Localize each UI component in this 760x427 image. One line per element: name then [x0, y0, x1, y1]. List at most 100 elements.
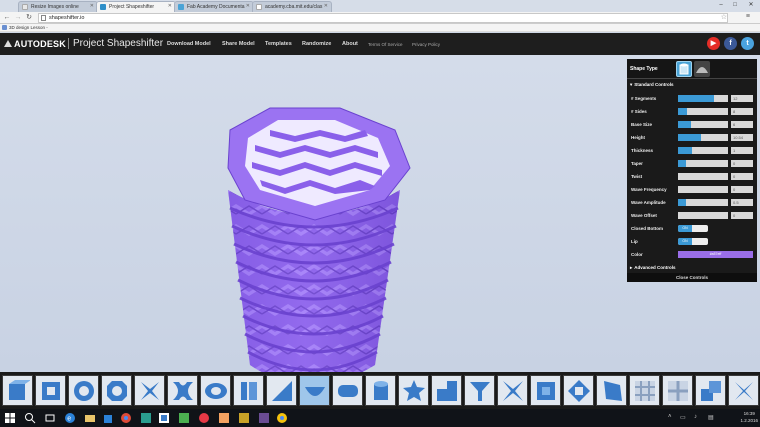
template-slot[interactable] — [134, 375, 165, 406]
wave-frequency-slider[interactable] — [678, 186, 728, 193]
height-slider[interactable] — [678, 134, 728, 141]
template-slot-selected[interactable] — [299, 375, 330, 406]
chrome-icon[interactable] — [276, 412, 288, 424]
bookmark-item[interactable]: 3D design Lesson - — [2, 25, 48, 30]
privacy-link[interactable]: Privacy Policy — [412, 42, 440, 47]
shape-type-cylinder-button[interactable] — [676, 61, 692, 77]
segments-slider[interactable] — [678, 95, 728, 102]
autodesk-logo[interactable]: AUTODESK — [4, 39, 66, 49]
close-tab-icon[interactable]: ✕ — [168, 3, 172, 9]
template-slot[interactable] — [101, 375, 132, 406]
twist-value-field[interactable]: 0 — [731, 173, 753, 180]
app-icon[interactable] — [258, 412, 270, 424]
close-window-button[interactable]: ✕ — [742, 0, 760, 11]
browser-tab[interactable]: Fab Academy Documenta ✕ — [174, 1, 254, 12]
download-model-link[interactable]: Download Model — [167, 41, 211, 47]
app-icon[interactable] — [178, 412, 190, 424]
edge-browser-icon[interactable]: e — [64, 412, 76, 424]
thickness-slider[interactable] — [678, 147, 728, 154]
browser-tab[interactable]: Resize Images online ✕ — [18, 1, 98, 12]
taper-slider[interactable] — [678, 160, 728, 167]
standard-controls-header[interactable]: ▾ Standard Controls — [627, 80, 757, 90]
template-slot[interactable] — [596, 375, 627, 406]
template-slot[interactable] — [35, 375, 66, 406]
youtube-icon[interactable]: ▶ — [707, 37, 720, 50]
template-slot[interactable] — [464, 375, 495, 406]
app-icon[interactable] — [238, 412, 250, 424]
app-icon[interactable] — [140, 412, 152, 424]
facebook-icon[interactable]: f — [724, 37, 737, 50]
advanced-controls-header[interactable]: ▸ Advanced Controls — [627, 263, 757, 273]
wave-offset-value-field[interactable]: 0 — [731, 212, 753, 219]
color-picker[interactable]: #a57eff — [678, 251, 753, 258]
template-slot[interactable] — [695, 375, 726, 406]
randomize-link[interactable]: Randomize — [302, 41, 331, 47]
browser-tab[interactable]: academy.cba.mit.edu/clas ✕ — [252, 1, 332, 12]
about-link[interactable]: About — [342, 41, 358, 47]
template-slot[interactable] — [2, 375, 33, 406]
template-slot[interactable] — [530, 375, 561, 406]
windows-start-icon[interactable] — [4, 412, 16, 424]
template-slot[interactable] — [728, 375, 759, 406]
share-model-link[interactable]: Share Model — [222, 41, 255, 47]
template-slot[interactable] — [332, 375, 363, 406]
shape-model[interactable] — [210, 100, 420, 372]
keyboard-icon[interactable]: ▤ — [708, 414, 714, 421]
template-slot[interactable] — [266, 375, 297, 406]
back-button[interactable]: ← — [3, 14, 11, 22]
twist-slider[interactable] — [678, 173, 728, 180]
file-explorer-icon[interactable] — [84, 412, 96, 424]
segments-value-field[interactable]: 12 — [731, 95, 753, 102]
wave-amplitude-slider[interactable] — [678, 199, 728, 206]
network-icon[interactable]: ▭ — [680, 414, 686, 421]
base-size-value-field[interactable]: 6 — [731, 121, 753, 128]
template-slot[interactable] — [497, 375, 528, 406]
browser-tab-active[interactable]: Project Shapeshifter ✕ — [96, 1, 176, 12]
shape-type-dome-button[interactable] — [694, 61, 710, 77]
template-slot[interactable] — [431, 375, 462, 406]
template-slot[interactable] — [365, 375, 396, 406]
chrome-icon[interactable] — [120, 412, 132, 424]
task-view-icon[interactable] — [44, 412, 56, 424]
thickness-value-field[interactable]: 1 — [731, 147, 753, 154]
volume-icon[interactable]: ♪ — [694, 414, 697, 420]
close-controls-button[interactable]: Close Controls — [627, 273, 757, 282]
sides-slider[interactable] — [678, 108, 728, 115]
url-field[interactable]: shapeshifter.io — [38, 13, 728, 23]
template-slot[interactable] — [200, 375, 231, 406]
template-slot[interactable] — [629, 375, 660, 406]
twitter-icon[interactable]: t — [741, 37, 754, 50]
maximize-button[interactable]: □ — [728, 0, 742, 11]
template-slot[interactable] — [662, 375, 693, 406]
app-icon[interactable] — [158, 412, 170, 424]
tray-arrow-icon[interactable]: ˄ — [668, 414, 672, 420]
terms-link[interactable]: Terms Of Service — [368, 42, 403, 47]
templates-link[interactable]: Templates — [265, 41, 292, 47]
height-value-field[interactable]: 10.54 — [731, 134, 753, 141]
close-tab-icon[interactable]: ✕ — [324, 3, 328, 9]
base-size-slider[interactable] — [678, 121, 728, 128]
template-slot[interactable] — [68, 375, 99, 406]
template-slot[interactable] — [167, 375, 198, 406]
clock[interactable]: 16:39 1.2.2016 — [740, 410, 758, 424]
template-slot[interactable] — [563, 375, 594, 406]
close-tab-icon[interactable]: ✕ — [246, 3, 250, 9]
reload-button[interactable]: ↻ — [25, 14, 33, 22]
wave-offset-slider[interactable] — [678, 212, 728, 219]
browser-menu-icon[interactable]: ≡ — [746, 13, 750, 20]
forward-button[interactable]: → — [14, 14, 22, 22]
lip-toggle[interactable]: ON — [678, 238, 708, 245]
app-icon[interactable] — [218, 412, 230, 424]
wave-amplitude-value-field[interactable]: 0.5 — [731, 199, 753, 206]
minimize-button[interactable]: – — [714, 0, 728, 11]
bookmark-star-icon[interactable]: ☆ — [721, 13, 727, 21]
store-icon[interactable] — [102, 412, 114, 424]
app-icon[interactable] — [198, 412, 210, 424]
wave-frequency-value-field[interactable]: 0 — [731, 186, 753, 193]
sides-value-field[interactable]: 8 — [731, 108, 753, 115]
template-slot[interactable] — [233, 375, 264, 406]
taper-value-field[interactable]: 0 — [731, 160, 753, 167]
closed-bottom-toggle[interactable]: ON — [678, 225, 708, 232]
template-slot[interactable] — [398, 375, 429, 406]
search-icon[interactable] — [24, 412, 36, 424]
